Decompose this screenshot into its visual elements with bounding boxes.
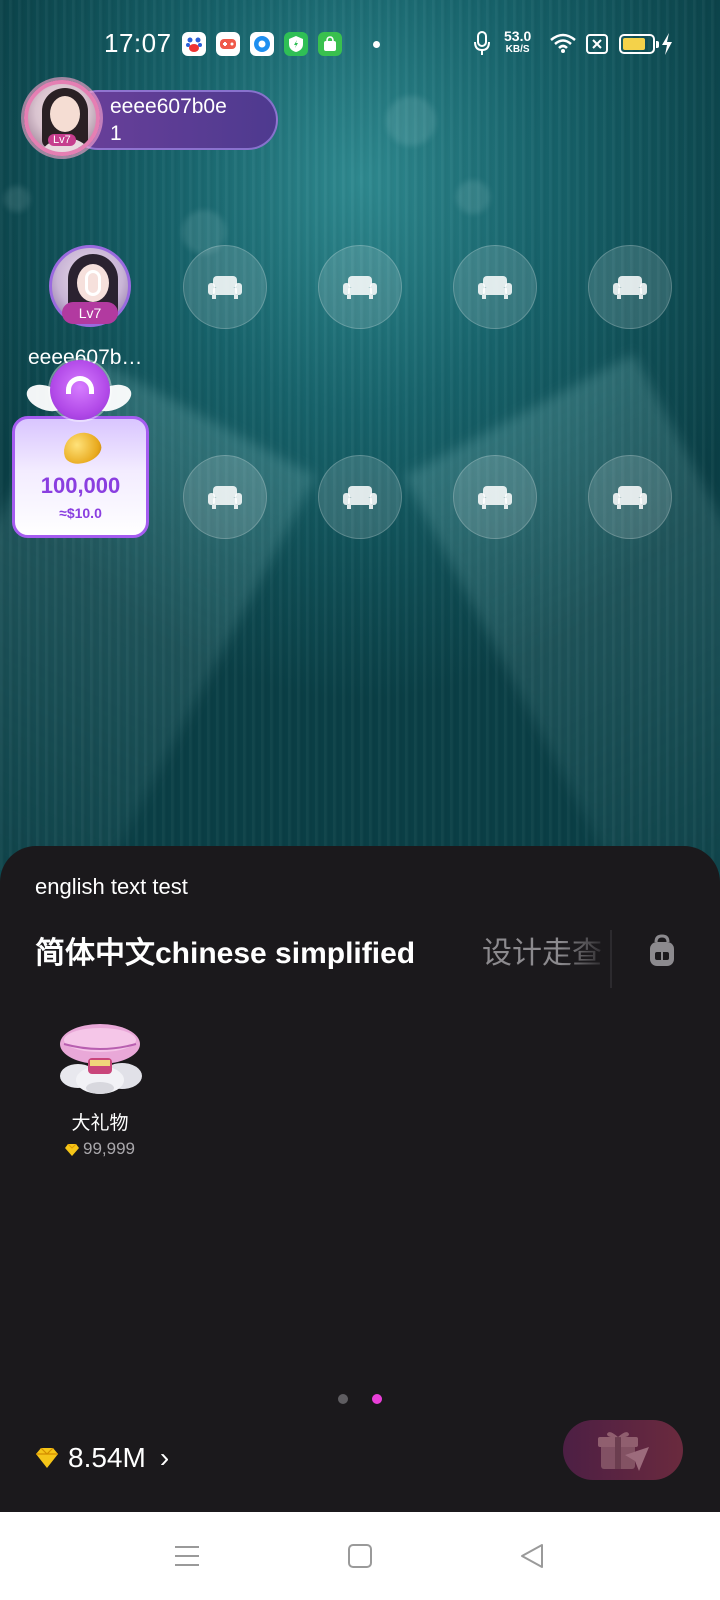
empty-seat-2[interactable]	[183, 245, 267, 329]
status-bar: 17:07 53.0 KB/S	[0, 0, 720, 90]
battery-icon	[619, 34, 659, 54]
status-time: 17:07	[104, 28, 172, 58]
system-navigation-bar	[0, 1512, 720, 1600]
net-speed-unit: KB/S	[505, 44, 530, 55]
store-app-icon	[318, 32, 342, 56]
gift-name: 大礼物	[71, 1113, 129, 1134]
empty-seat-7[interactable]	[183, 455, 267, 539]
empty-seat-3[interactable]	[318, 245, 402, 329]
empty-seat-9[interactable]	[453, 455, 537, 539]
gift-price: 99,999	[52, 1139, 148, 1159]
spotlight-right	[404, 354, 720, 870]
seat-1-level-badge: Lv7	[62, 302, 118, 324]
close-box-icon	[586, 34, 608, 64]
battery-level	[623, 38, 646, 50]
red-packet-usd: ≈$10.0	[59, 505, 102, 521]
game-app-icon	[216, 32, 240, 56]
mascot-eye	[66, 376, 94, 394]
net-speed: 53.0 KB/S	[504, 28, 532, 56]
bokeh-light	[456, 180, 490, 214]
host-name: eeee607b0e	[110, 95, 227, 118]
empty-seat-4[interactable]	[453, 245, 537, 329]
backpack-icon[interactable]	[646, 934, 678, 968]
bokeh-light	[386, 96, 436, 146]
send-gift-button[interactable]	[563, 1420, 683, 1480]
wifi-icon	[549, 32, 577, 62]
coin-icon	[59, 427, 105, 469]
gift-panel: english text test 简体中文chinese simplified…	[0, 846, 720, 1512]
page-dot-2-active[interactable]	[372, 1394, 382, 1404]
charging-icon	[660, 32, 674, 62]
baidu-app-icon	[182, 32, 206, 56]
security-app-icon	[284, 32, 308, 56]
red-packet-card[interactable]: 100,000 ≈$10.0	[12, 416, 149, 538]
sofa-icon	[613, 276, 647, 299]
empty-seat-10[interactable]	[588, 455, 672, 539]
tab-chinese-simplified[interactable]: 简体中文chinese simplified	[35, 928, 415, 972]
back-icon[interactable]	[512, 1536, 552, 1576]
sofa-icon	[343, 486, 377, 509]
chevron-right-icon: ›	[159, 1442, 170, 1473]
sofa-icon	[478, 276, 512, 299]
airship-gift-icon	[52, 1014, 148, 1100]
red-packet-amount: 100,000	[40, 473, 121, 498]
empty-seat-5[interactable]	[588, 245, 672, 329]
empty-seat-8[interactable]	[318, 455, 402, 539]
mic-icon	[85, 270, 101, 296]
net-speed-value: 53.0	[504, 28, 532, 44]
tab-fade	[560, 916, 612, 986]
page-dot-1[interactable]	[338, 1394, 348, 1404]
sofa-icon	[208, 486, 242, 509]
avatar-face	[50, 96, 80, 132]
browser-app-icon	[250, 32, 274, 56]
panel-subtitle: english text test	[35, 874, 188, 899]
mic-icon	[472, 30, 492, 60]
host-profile[interactable]: eeee607b0e 1 Lv7	[18, 78, 278, 160]
host-level-badge: Lv7	[48, 134, 76, 146]
sofa-icon	[478, 486, 512, 509]
diamond-icon	[65, 1143, 79, 1156]
red-packet-mascot-icon	[50, 360, 110, 420]
gift-send-icon	[598, 1432, 649, 1471]
notification-dot	[373, 41, 380, 48]
sofa-icon	[343, 276, 377, 299]
sofa-icon	[613, 486, 647, 509]
gift-price-value: 99,999	[83, 1139, 135, 1158]
home-icon[interactable]	[340, 1536, 380, 1576]
sofa-icon	[208, 276, 242, 299]
bokeh-light	[4, 186, 30, 212]
balance-button[interactable]: 8.54M ›	[36, 1438, 169, 1478]
tab-divider	[610, 930, 612, 988]
gift-item[interactable]: 大礼物 99,999	[52, 1014, 148, 1164]
menu-icon[interactable]	[167, 1536, 207, 1576]
host-count: 1	[110, 122, 122, 145]
diamond-icon	[36, 1448, 58, 1468]
balance-value: 8.54M	[68, 1442, 146, 1473]
